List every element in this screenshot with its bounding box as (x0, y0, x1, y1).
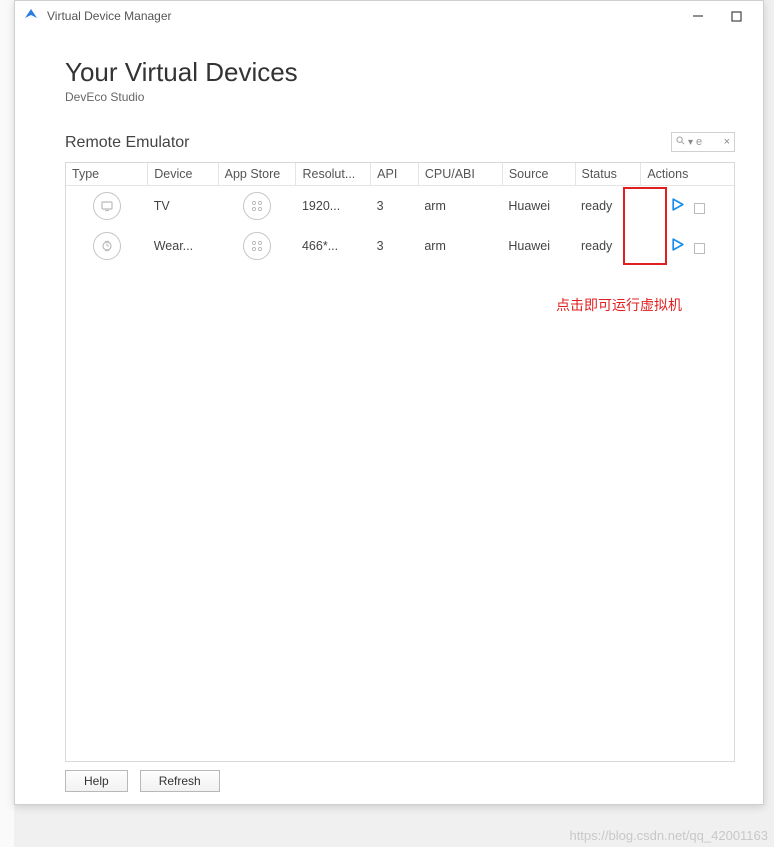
chevron-down-icon: ▾ (688, 137, 693, 148)
cell-status: ready (575, 186, 641, 227)
col-type[interactable]: Type (66, 163, 148, 186)
search-input[interactable]: ▾ e × (671, 132, 735, 152)
app-store-icon (243, 192, 271, 220)
table-row[interactable]: TV 1920... 3 arm Huawei ready (66, 186, 734, 227)
col-cpu[interactable]: CPU/ABI (418, 163, 502, 186)
cell-status: ready (575, 226, 641, 266)
action-checkbox[interactable] (694, 243, 705, 254)
action-checkbox[interactable] (694, 203, 705, 214)
titlebar: Virtual Device Manager (15, 1, 763, 31)
cell-resolution: 466*... (296, 226, 371, 266)
cell-cpu: arm (418, 186, 502, 227)
run-button[interactable] (670, 237, 685, 252)
col-app-store[interactable]: App Store (218, 163, 296, 186)
search-icon (676, 136, 685, 148)
table-header-row: Type Device App Store Resolut... API CPU… (66, 163, 734, 186)
clear-search-icon[interactable]: × (724, 136, 730, 148)
cell-api: 3 (371, 226, 419, 266)
tv-icon (93, 192, 121, 220)
col-actions[interactable]: Actions (641, 163, 734, 186)
window-title: Virtual Device Manager (47, 9, 172, 23)
watch-icon (93, 232, 121, 260)
page-subtitle: DevEco Studio (65, 90, 735, 104)
maximize-button[interactable] (729, 9, 743, 23)
cell-resolution: 1920... (296, 186, 371, 227)
device-table: Type Device App Store Resolut... API CPU… (65, 162, 735, 762)
section-title: Remote Emulator (65, 134, 190, 152)
minimize-button[interactable] (691, 9, 705, 23)
cell-cpu: arm (418, 226, 502, 266)
col-status[interactable]: Status (575, 163, 641, 186)
app-store-icon (243, 232, 271, 260)
page-title: Your Virtual Devices (65, 57, 735, 88)
cell-device: Wear... (148, 226, 218, 266)
annotation-text: 点击即可运行虚拟机 (556, 295, 682, 315)
help-button[interactable]: Help (65, 770, 128, 792)
search-value: e (696, 136, 702, 148)
cell-source: Huawei (502, 186, 575, 227)
col-api[interactable]: API (371, 163, 419, 186)
cell-api: 3 (371, 186, 419, 227)
cell-source: Huawei (502, 226, 575, 266)
run-button[interactable] (670, 197, 685, 212)
col-source[interactable]: Source (502, 163, 575, 186)
col-resolution[interactable]: Resolut... (296, 163, 371, 186)
app-icon (23, 8, 39, 24)
watermark: https://blog.csdn.net/qq_42001163 (569, 828, 768, 843)
refresh-button[interactable]: Refresh (140, 770, 220, 792)
cell-device: TV (148, 186, 218, 227)
col-device[interactable]: Device (148, 163, 218, 186)
table-row[interactable]: Wear... 466*... 3 arm Huawei ready (66, 226, 734, 266)
virtual-device-manager-window: Virtual Device Manager Your Virtual Devi… (14, 0, 764, 805)
